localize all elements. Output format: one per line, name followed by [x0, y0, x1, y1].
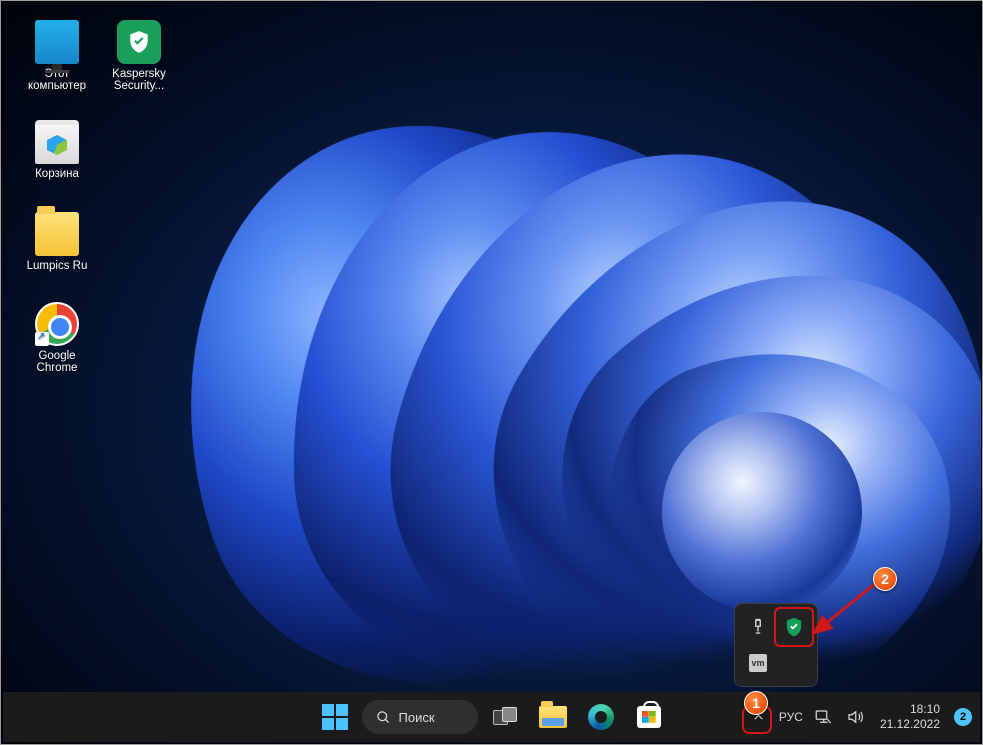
desktop-icon-this-pc[interactable]: Этот компьютер [20, 20, 94, 92]
task-view-button[interactable] [484, 696, 526, 738]
desktop-icon-folder-lumpics[interactable]: Lumpics Ru [20, 212, 94, 272]
taskbar-app-explorer[interactable] [532, 696, 574, 738]
volume-icon [846, 708, 864, 726]
annotation-badge-2: 2 [873, 567, 897, 591]
desktop-icon-recycle-bin[interactable]: Корзина [20, 120, 94, 180]
time: 18:10 [880, 702, 940, 717]
language-indicator[interactable]: РУС [776, 697, 806, 737]
notification-count-badge[interactable]: 2 [954, 708, 972, 726]
icon-label: Google Chrome [20, 350, 94, 374]
taskbar: Поиск РУС [3, 692, 980, 742]
search-label: Поиск [399, 710, 435, 725]
tray-volume[interactable] [840, 697, 870, 737]
tray-overflow-popup: vm [734, 603, 818, 687]
annotation-badge-1: 1 [744, 691, 768, 715]
taskbar-center: Поиск [314, 696, 670, 738]
tray-network[interactable] [808, 697, 838, 737]
chrome-icon [35, 302, 79, 346]
tray-item-usb-eject[interactable] [741, 610, 775, 644]
tray-item-kaspersky[interactable] [777, 610, 811, 644]
ms-store-icon [637, 706, 661, 728]
search-icon [376, 710, 391, 725]
folder-icon [35, 212, 79, 256]
desktop-icon-kaspersky[interactable]: Kaspersky Security... [102, 20, 176, 92]
windows-logo-icon [322, 704, 348, 730]
recycle-bin-icon [35, 120, 79, 164]
taskbar-clock[interactable]: 18:10 21.12.2022 [872, 702, 948, 732]
task-view-icon [493, 707, 517, 727]
taskbar-app-edge[interactable] [580, 696, 622, 738]
start-button[interactable] [314, 696, 356, 738]
taskbar-right: РУС 18:10 21.12.2022 2 [744, 697, 972, 737]
tray-item-vmware[interactable]: vm [741, 646, 775, 680]
annotation-highlight-2 [774, 607, 814, 647]
shield-icon [117, 20, 161, 64]
taskbar-app-store[interactable] [628, 696, 670, 738]
vmware-icon: vm [749, 654, 767, 672]
desktop-wallpaper[interactable]: Этот компьютер Kaspersky Security... Кор… [2, 2, 981, 743]
monitor-icon [35, 20, 79, 64]
edge-icon [588, 704, 614, 730]
network-icon [814, 708, 832, 726]
date: 21.12.2022 [880, 717, 940, 732]
icon-label: Корзина [20, 168, 94, 180]
icon-label: Kaspersky Security... [102, 68, 176, 92]
desktop-icon-chrome[interactable]: Google Chrome [20, 302, 94, 374]
file-explorer-icon [539, 706, 567, 728]
icon-label: Lumpics Ru [20, 260, 94, 272]
taskbar-search[interactable]: Поиск [362, 700, 478, 734]
